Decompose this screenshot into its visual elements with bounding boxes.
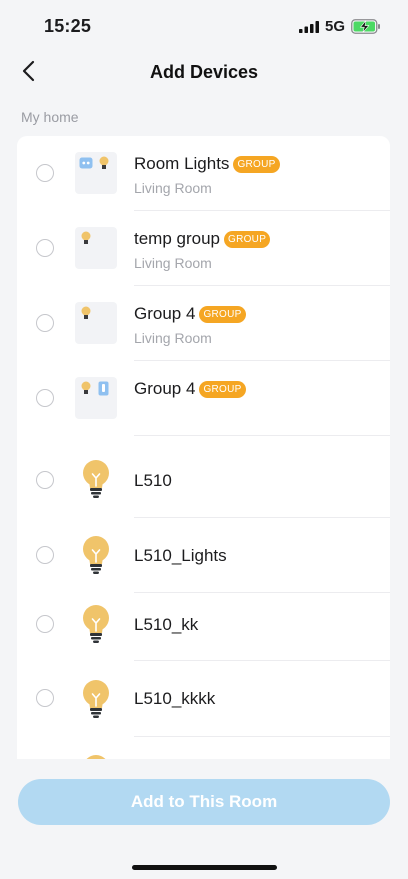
device-name: temp group [134,229,220,248]
small-bulb-icon [99,156,109,169]
device-name: Group 4 [134,304,196,323]
room-label: Living Room [134,180,212,196]
group-bulb-switch-icon [75,377,117,419]
group-badge: GROUP [233,155,280,173]
network-type: 5G [325,18,346,35]
bulb-icon [83,460,109,498]
group-badge: GROUP [199,305,246,323]
switch-icon [98,381,109,396]
select-radio[interactable] [36,471,54,489]
device-row-l510-lights[interactable]: L510_Lights [17,518,390,593]
bulb-icon [83,536,109,574]
room-label: Living Room [134,255,212,271]
select-radio[interactable] [36,546,54,564]
bulb-icon [83,605,109,643]
device-name: Group 4 [134,379,196,398]
device-row-room-lights[interactable]: Room Lights GROUP Living Room [17,136,390,211]
small-bulb-icon [81,381,91,394]
room-label: Living Room [134,330,212,346]
page-title: Add Devices [149,62,259,82]
device-name: L510 [134,471,172,490]
device-row-l510-kkkk[interactable]: L510_kkkk [17,661,390,737]
device-row-temp-group[interactable]: temp group GROUP Living Room [17,211,390,286]
group-badge: GROUP [199,380,246,398]
battery-charging-icon [351,19,380,34]
group-plug-bulb-icon [75,152,117,194]
select-radio[interactable] [36,314,54,332]
device-row-group-4-b[interactable]: Group 4 GROUP [17,361,390,436]
group-bulb-icon [75,302,117,344]
nav-header: Add Devices [0,52,408,92]
device-row-l510[interactable]: L510 [17,436,390,518]
status-bar: 15:25 5G [0,0,408,52]
device-name: L510_Lights [134,546,227,565]
select-radio[interactable] [36,164,54,182]
section-label: My home [21,109,79,125]
plug-icon [79,157,93,169]
row-divider [134,736,390,737]
group-bulb-icon [75,227,117,269]
home-indicator [132,865,277,870]
small-bulb-icon [81,231,91,244]
device-name: L510_kkkk [134,689,216,708]
small-bulb-icon [81,306,91,319]
status-time: 15:25 [44,16,92,36]
signal-icon [299,21,319,33]
device-name: Room Lights [134,154,230,173]
select-radio[interactable] [36,239,54,257]
select-radio[interactable] [36,389,54,407]
select-radio[interactable] [36,689,54,707]
add-to-room-button[interactable]: Add to This Room [18,779,390,825]
group-badge: GROUP [224,230,271,248]
device-name: L510_kk [134,615,199,634]
select-radio[interactable] [36,615,54,633]
bulb-icon-partial [86,755,106,759]
device-row-group-4[interactable]: Group 4 GROUP Living Room [17,286,390,361]
device-list: Room Lights GROUP Living Room temp group… [17,136,390,759]
device-row-l510-kk[interactable]: L510_kk [17,593,390,661]
bulb-icon [83,680,109,718]
